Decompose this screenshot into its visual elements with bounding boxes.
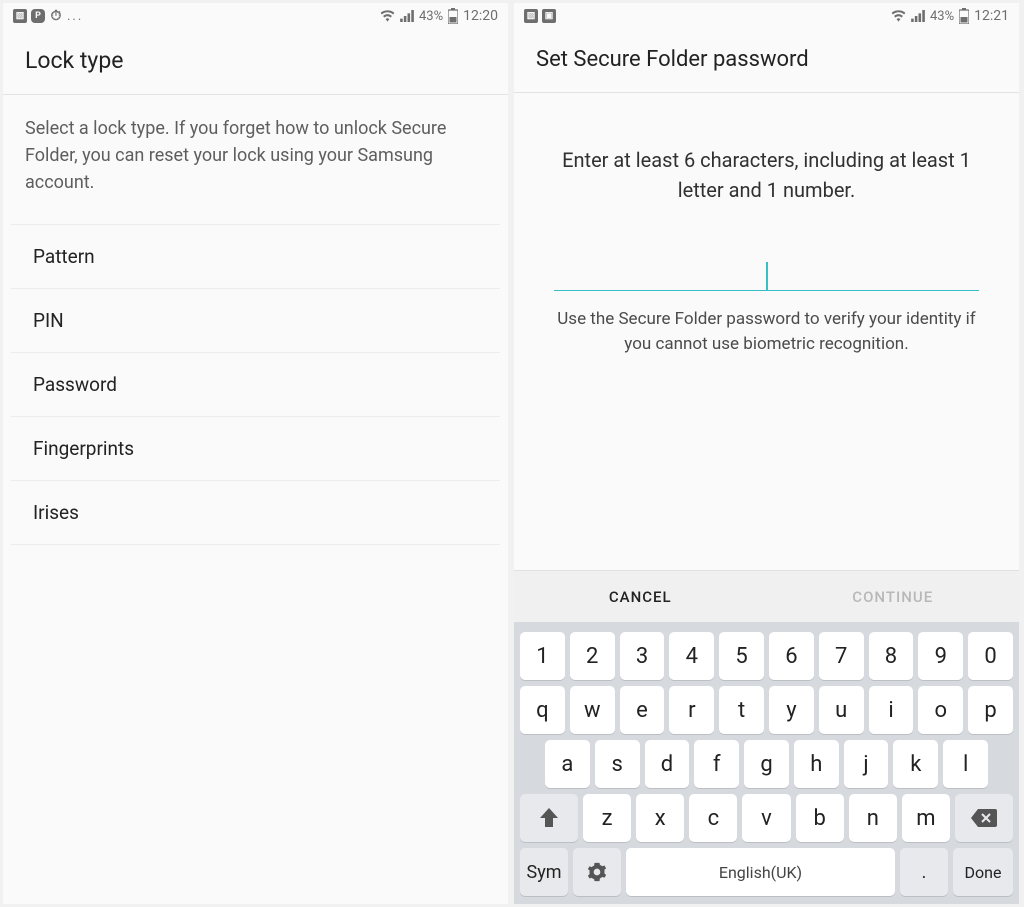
key-i[interactable]: i (869, 686, 914, 734)
key-c[interactable]: c (689, 794, 737, 842)
divider (514, 92, 1019, 93)
lock-type-list: Pattern PIN Password Fingerprints Irises (11, 224, 500, 545)
done-key[interactable]: Done (953, 848, 1013, 896)
cancel-button[interactable]: CANCEL (514, 571, 767, 622)
key-d[interactable]: d (645, 740, 690, 788)
key-j[interactable]: j (844, 740, 889, 788)
status-bar: ▧ P ⏱ ... 43% 12:20 (3, 3, 508, 29)
key-q[interactable]: q (520, 686, 565, 734)
key-n[interactable]: n (849, 794, 897, 842)
gallery-icon: ▧ (524, 9, 538, 23)
item-fingerprints[interactable]: Fingerprints (11, 416, 500, 480)
continue-button: CONTINUE (767, 571, 1020, 622)
key-e[interactable]: e (620, 686, 665, 734)
key-m[interactable]: m (902, 794, 950, 842)
key-f[interactable]: f (694, 740, 739, 788)
signal-icon (400, 10, 414, 22)
sym-key[interactable]: Sym (520, 848, 568, 896)
battery-text: 43% (930, 9, 954, 24)
description-text: Select a lock type. If you forget how to… (3, 95, 508, 224)
key-p[interactable]: p (968, 686, 1013, 734)
signal-icon (911, 10, 925, 22)
shift-key[interactable] (520, 794, 578, 842)
key-3[interactable]: 3 (620, 632, 665, 680)
period-key[interactable]: . (900, 848, 948, 896)
page-title: Set Secure Folder password (514, 29, 1019, 92)
item-irises[interactable]: Irises (11, 480, 500, 545)
wifi-icon (380, 10, 395, 22)
item-password[interactable]: Password (11, 352, 500, 416)
settings-key[interactable] (573, 848, 621, 896)
password-input[interactable] (554, 255, 979, 291)
key-w[interactable]: w (570, 686, 615, 734)
key-2[interactable]: 2 (570, 632, 615, 680)
key-r[interactable]: r (669, 686, 714, 734)
battery-icon (959, 8, 969, 24)
status-bar: ▧ ▣ 43% 12:21 (514, 3, 1019, 29)
secure-folder-icon: ▣ (542, 9, 556, 23)
key-y[interactable]: y (769, 686, 814, 734)
key-9[interactable]: 9 (918, 632, 963, 680)
key-o[interactable]: o (918, 686, 963, 734)
key-t[interactable]: t (719, 686, 764, 734)
key-8[interactable]: 8 (869, 632, 914, 680)
key-b[interactable]: b (796, 794, 844, 842)
dialog-buttons: CANCEL CONTINUE (514, 570, 1019, 622)
key-4[interactable]: 4 (669, 632, 714, 680)
battery-text: 43% (419, 9, 443, 24)
key-g[interactable]: g (744, 740, 789, 788)
page-title: Lock type (3, 29, 508, 94)
hint-text: Use the Secure Folder password to verify… (554, 307, 979, 356)
key-z[interactable]: z (583, 794, 631, 842)
alarm-icon: ⏱ (49, 9, 63, 23)
key-0[interactable]: 0 (968, 632, 1013, 680)
key-6[interactable]: 6 (769, 632, 814, 680)
battery-icon (448, 8, 458, 24)
instruction-text: Enter at least 6 characters, including a… (514, 145, 1019, 205)
item-pattern[interactable]: Pattern (11, 224, 500, 288)
key-s[interactable]: s (595, 740, 640, 788)
samsung-pay-icon: P (31, 9, 45, 23)
item-pin[interactable]: PIN (11, 288, 500, 352)
more-icon: ... (67, 9, 83, 24)
key-l[interactable]: l (943, 740, 988, 788)
lock-type-screen: ▧ P ⏱ ... 43% 12:20 Lock type Select a l… (3, 3, 508, 904)
text-cursor (766, 262, 768, 290)
set-password-screen: ▧ ▣ 43% 12:21 Set Secure Folder password… (514, 3, 1019, 904)
virtual-keyboard: 1234567890 qwertyuiop asdfghjkl zxcvbnm … (514, 622, 1019, 904)
key-u[interactable]: u (819, 686, 864, 734)
key-v[interactable]: v (742, 794, 790, 842)
key-a[interactable]: a (545, 740, 590, 788)
key-x[interactable]: x (636, 794, 684, 842)
key-5[interactable]: 5 (719, 632, 764, 680)
backspace-key[interactable] (955, 794, 1013, 842)
key-1[interactable]: 1 (520, 632, 565, 680)
wifi-icon (891, 10, 906, 22)
space-key[interactable]: English(UK) (626, 848, 895, 896)
gallery-icon: ▧ (13, 9, 27, 23)
status-time: 12:20 (463, 8, 498, 24)
key-h[interactable]: h (794, 740, 839, 788)
status-time: 12:21 (974, 8, 1009, 24)
key-k[interactable]: k (893, 740, 938, 788)
key-7[interactable]: 7 (819, 632, 864, 680)
